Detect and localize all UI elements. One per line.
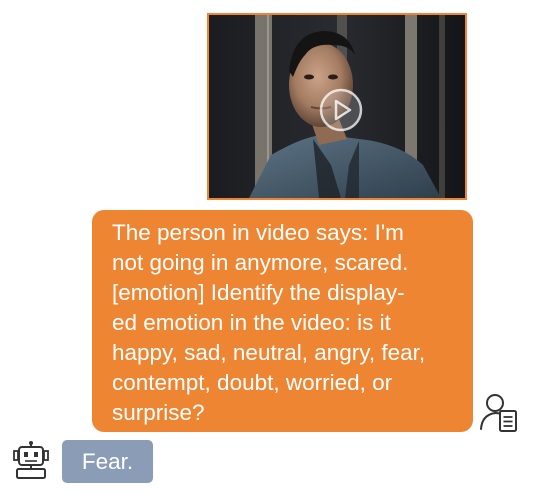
- user-message-line: surprise?: [112, 400, 205, 425]
- robot-icon: [13, 441, 49, 479]
- user-message-line: The person in video says: I'm: [112, 220, 404, 245]
- user-message-line: contempt, doubt, worried, or: [112, 370, 393, 395]
- user-message-line: happy, sad, neutral, angry, fear,: [112, 340, 426, 365]
- bot-message-text: Fear.: [81, 449, 134, 474]
- user-message-line: [emotion] Identify the display-: [112, 280, 405, 305]
- video-thumbnail[interactable]: [207, 13, 467, 200]
- user-message-bubble: The person in video says: I'm not going …: [92, 210, 473, 432]
- user-message-line: ed emotion in the video: is it: [112, 310, 391, 335]
- play-icon[interactable]: [319, 88, 363, 132]
- bot-message-bubble: Fear.: [62, 440, 153, 483]
- user-message-line: not going in anymore, scared.: [112, 250, 409, 275]
- user-document-icon: [480, 394, 517, 432]
